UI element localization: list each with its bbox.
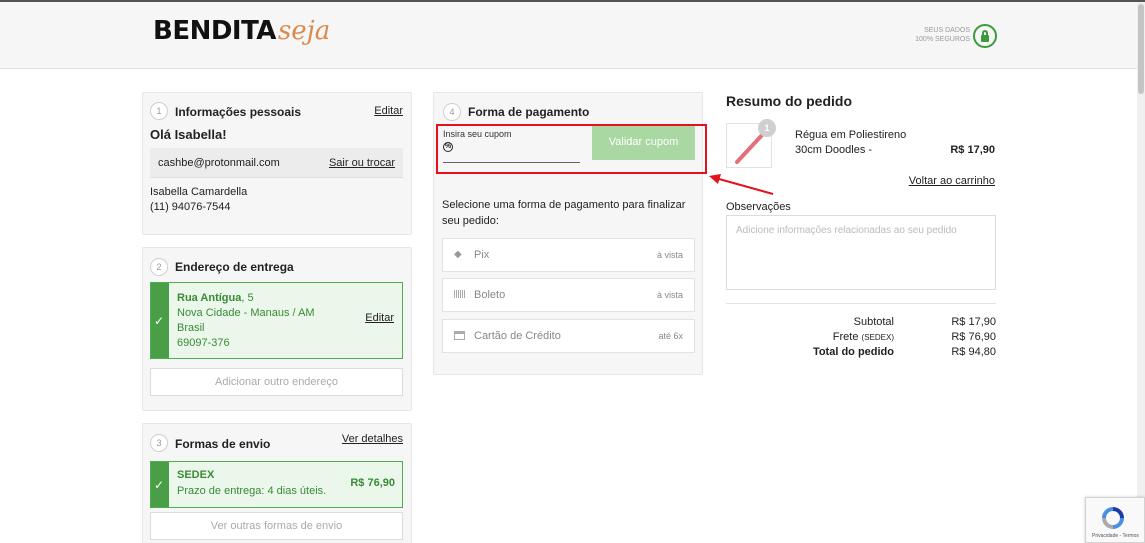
edit-personal-link[interactable]: Editar	[374, 105, 403, 117]
shipping-eta: Prazo de entrega: 4 dias úteis.	[177, 485, 327, 497]
notes-label: Observações	[726, 201, 791, 213]
secure-data-badge: SEUS DADOS 100% SEGUROS	[900, 26, 970, 44]
payment-option-term: até 6x	[658, 331, 683, 341]
payment-option-credit-card[interactable]: Cartão de Crédito até 6x	[442, 319, 695, 353]
address-city: Nova Cidade - Manaus / AM	[177, 307, 315, 319]
address-number: , 5	[241, 292, 254, 304]
logo-script-text: seja	[277, 16, 331, 46]
freight-label: Frete	[832, 331, 859, 343]
total-row: Total do pedido R$ 94,80	[726, 346, 996, 360]
add-address-button[interactable]: Adicionar outro endereço	[150, 368, 403, 396]
logo-main-text: BENDITA	[153, 16, 276, 46]
personal-info-title: Informações pessoais	[175, 105, 302, 119]
annotation-arrow	[709, 174, 774, 195]
freight-label-group: Frete (SEDEX)	[833, 331, 894, 343]
address-street-line: Rua Antígua, 5	[177, 292, 254, 304]
selected-shipping-card[interactable]: ✓ SEDEX Prazo de entrega: 4 dias úteis. …	[150, 461, 403, 508]
back-to-cart-link[interactable]: Voltar ao carrinho	[909, 175, 995, 187]
shipping-panel: 3 Formas de envio Ver detalhes ✓ SEDEX P…	[142, 423, 412, 543]
email-row: cashbe@protonmail.com Sair ou trocar	[150, 148, 403, 178]
shipping-details-link[interactable]: Ver detalhes	[342, 433, 403, 445]
payment-option-term: à vista	[656, 250, 683, 260]
subtotal-row: Subtotal R$ 17,90	[726, 316, 996, 330]
freight-value: R$ 76,90	[951, 331, 996, 343]
payment-option-pix[interactable]: ◆ Pix à vista	[442, 238, 695, 272]
selected-indicator: ✓	[151, 462, 169, 507]
address-zip: 69097-376	[177, 337, 230, 349]
edit-address-link[interactable]: Editar	[365, 312, 394, 324]
scrollbar-thumb[interactable]	[1138, 4, 1144, 94]
lock-icon	[973, 24, 997, 48]
total-label: Total do pedido	[812, 346, 894, 358]
shipping-method: SEDEX	[177, 469, 215, 481]
personal-info-panel: 1 Informações pessoais Editar Olá Isabel…	[142, 92, 412, 235]
greeting-text: Olá Isabella!	[150, 127, 227, 142]
freight-method: (SEDEX)	[861, 333, 894, 342]
shipping-price: R$ 76,90	[350, 477, 395, 489]
step-number-1: 1	[150, 102, 168, 120]
notes-textarea[interactable]	[726, 215, 996, 290]
other-shipping-button[interactable]: Ver outras formas de envio	[150, 512, 403, 540]
selected-address-card[interactable]: ✓ Rua Antígua, 5 Nova Cidade - Manaus / …	[150, 282, 403, 359]
secure-line-1: SEUS DADOS	[924, 27, 970, 34]
payment-title: Forma de pagamento	[468, 105, 590, 119]
check-icon: ✓	[154, 478, 165, 492]
check-icon: ✓	[154, 314, 165, 328]
user-phone: (11) 94076-7544	[150, 201, 231, 213]
payment-description: Selecione uma forma de pagamento para fi…	[442, 199, 686, 227]
credit-card-icon	[454, 331, 465, 340]
step-number-2: 2	[150, 258, 168, 276]
summary-divider	[726, 303, 996, 304]
recaptcha-icon	[1102, 507, 1124, 529]
product-price: R$ 17,90	[950, 144, 995, 156]
subtotal-label: Subtotal	[853, 316, 894, 328]
delivery-address-panel: 2 Endereço de entrega ✓ Rua Antígua, 5 N…	[142, 247, 412, 411]
payment-option-boleto[interactable]: Boleto à vista	[442, 278, 695, 312]
subtotal-value: R$ 17,90	[951, 316, 996, 328]
coupon-highlight-box	[436, 124, 707, 174]
brand-logo[interactable]: BENDITA seja	[153, 16, 330, 56]
logout-link[interactable]: Sair ou trocar	[329, 157, 395, 169]
step-number-4: 4	[443, 103, 461, 121]
payment-option-label: Pix	[474, 249, 490, 261]
secure-line-2: 100% SEGUROS	[915, 36, 970, 43]
user-name: Isabella Camardella	[150, 186, 248, 198]
product-quantity-badge: 1	[758, 119, 776, 137]
recaptcha-links[interactable]: Privacidade - Termos	[1092, 533, 1139, 539]
total-value: R$ 94,80	[951, 346, 996, 358]
order-summary-title: Resumo do pedido	[726, 93, 852, 109]
payment-option-term: à vista	[656, 290, 683, 300]
selected-indicator: ✓	[151, 283, 169, 358]
freight-row: Frete (SEDEX) R$ 76,90	[726, 331, 996, 345]
payment-option-label: Boleto	[474, 289, 506, 301]
payment-option-label: Cartão de Crédito	[474, 330, 561, 342]
user-email: cashbe@protonmail.com	[158, 157, 280, 169]
product-name: Régua em Poliestireno 30cm Doodles -	[795, 129, 907, 156]
shipping-title: Formas de envio	[175, 437, 271, 451]
step-number-3: 3	[150, 434, 168, 452]
page-header: BENDITA seja SEUS DADOS 100% SEGUROS	[0, 2, 1137, 69]
address-title: Endereço de entrega	[175, 260, 294, 274]
address-country: Brasil	[177, 322, 205, 334]
barcode-icon	[454, 290, 465, 298]
pix-icon: ◆	[454, 249, 462, 260]
address-street: Rua Antígua	[177, 292, 242, 304]
recaptcha-badge[interactable]: Privacidade - Termos	[1085, 497, 1145, 543]
